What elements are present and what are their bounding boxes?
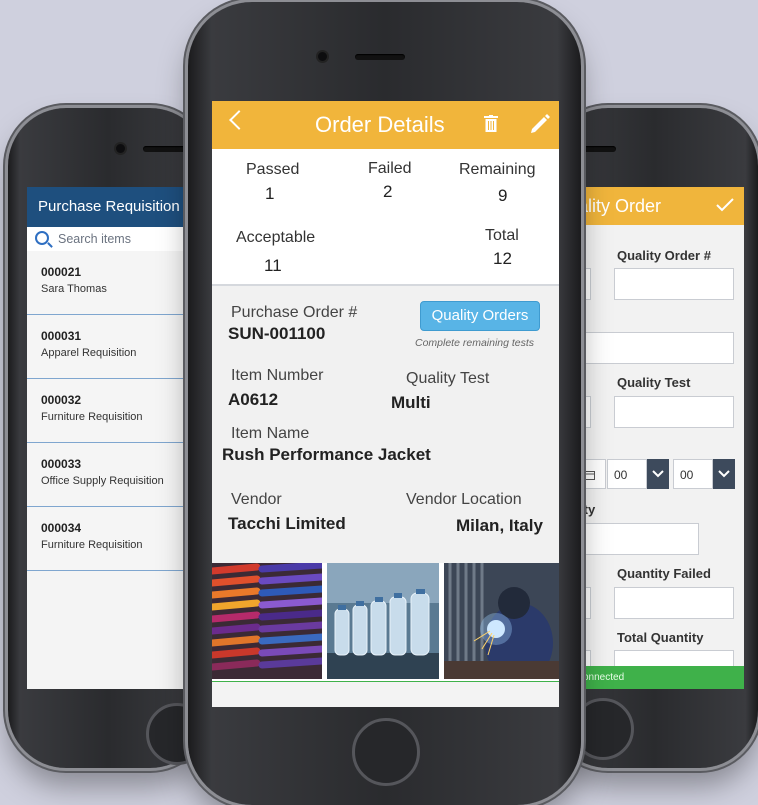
list-item[interactable]: 000032 Furniture Requisition › bbox=[27, 379, 202, 443]
requisition-number: 000031 bbox=[41, 329, 82, 343]
purchase-order-value: SUN-001100 bbox=[228, 324, 326, 343]
list-item[interactable]: 000033 Office Supply Requisition › bbox=[27, 443, 202, 507]
chevron-down-icon bbox=[652, 470, 664, 478]
page-title: ality Order bbox=[578, 196, 662, 216]
quality-order-screen: ality Order Quality Order # Quality Test… bbox=[572, 187, 744, 689]
search-input[interactable]: Search items bbox=[27, 227, 202, 252]
quantity-failed-label: Quantity Failed bbox=[617, 566, 711, 581]
chevron-down-icon[interactable] bbox=[713, 459, 735, 489]
quality-test-field[interactable] bbox=[614, 396, 734, 428]
left-phone: Purchase Requisition Search items 000021… bbox=[8, 108, 208, 768]
center-phone: Order Details Passed 1 Failed 2 Remainin… bbox=[188, 2, 581, 805]
list-item[interactable]: 000021 Sara Thomas bbox=[27, 251, 202, 315]
total-value: 12 bbox=[493, 249, 512, 268]
failed-value: 2 bbox=[383, 182, 393, 201]
bottling-line-photo[interactable] bbox=[327, 563, 439, 679]
earpiece-speaker bbox=[355, 54, 405, 60]
home-button[interactable] bbox=[352, 718, 420, 786]
home-button[interactable] bbox=[572, 698, 634, 760]
minute-select[interactable]: 00 bbox=[673, 459, 713, 489]
acceptable-value: 11 bbox=[264, 256, 282, 275]
quality-test-value: Multi bbox=[391, 393, 431, 412]
order-details-screen: Order Details Passed 1 Failed 2 Remainin… bbox=[212, 101, 559, 707]
quantity-field[interactable] bbox=[572, 523, 699, 555]
list-item[interactable]: 000034 Furniture Requisition › bbox=[27, 507, 202, 571]
passed-label: Passed bbox=[246, 161, 300, 178]
vendor-location-value: Milan, Italy bbox=[456, 516, 543, 535]
requisition-number: 000034 bbox=[41, 521, 82, 535]
failed-label: Failed bbox=[368, 160, 412, 177]
chevron-down-icon[interactable] bbox=[647, 459, 669, 489]
passed-value: 1 bbox=[265, 184, 275, 203]
quality-orders-note: Complete remaining tests bbox=[415, 337, 535, 349]
chevron-down-icon bbox=[718, 470, 730, 478]
header-bar: Order Details bbox=[212, 101, 559, 149]
item-number-label: Item Number bbox=[231, 367, 324, 384]
search-icon bbox=[35, 231, 49, 245]
back-arrow-icon[interactable] bbox=[229, 110, 249, 130]
item-name-label: Item Name bbox=[231, 425, 310, 442]
requisition-name: Apparel Requisition bbox=[41, 347, 137, 359]
total-label: Total bbox=[485, 227, 519, 244]
header-bar: ality Order bbox=[572, 187, 744, 225]
purchase-order-label: Purchase Order # bbox=[231, 304, 358, 321]
quantity-label: ity bbox=[580, 502, 596, 517]
trash-icon[interactable] bbox=[484, 115, 498, 132]
right-phone: ality Order Quality Order # Quality Test… bbox=[550, 108, 758, 768]
requisition-number: 000021 bbox=[41, 265, 82, 279]
total-quantity-label: Total Quantity bbox=[617, 630, 704, 645]
quality-order-field[interactable] bbox=[614, 268, 734, 300]
thread-spools-photo[interactable] bbox=[212, 563, 322, 679]
welder-photo[interactable] bbox=[444, 563, 559, 679]
vendor-label: Vendor bbox=[231, 491, 282, 508]
vendor-value: Tacchi Limited bbox=[228, 514, 346, 533]
earpiece-speaker bbox=[143, 146, 193, 152]
requisition-name: Sara Thomas bbox=[41, 283, 107, 295]
requisition-number: 000032 bbox=[41, 393, 82, 407]
edit-pencil-icon[interactable] bbox=[529, 113, 551, 135]
requisition-name: Office Supply Requisition bbox=[41, 475, 164, 487]
purchase-requisition-screen: Purchase Requisition Search items 000021… bbox=[27, 187, 202, 689]
list-item[interactable]: 000031 Apparel Requisition › bbox=[27, 315, 202, 379]
remaining-label: Remaining bbox=[459, 161, 536, 178]
acceptable-label: Acceptable bbox=[236, 229, 316, 246]
item-number-value: A0612 bbox=[228, 390, 279, 409]
bottom-bar bbox=[212, 681, 559, 707]
earpiece-speaker bbox=[576, 146, 616, 152]
item-name-value: Rush Performance Jacket bbox=[222, 445, 431, 464]
date-picker[interactable] bbox=[578, 459, 606, 489]
quantity-failed-field[interactable] bbox=[614, 587, 734, 619]
page-title: Purchase Requisition bbox=[27, 187, 202, 227]
hour-select[interactable]: 00 bbox=[607, 459, 647, 489]
requisition-number: 000033 bbox=[41, 457, 82, 471]
remaining-value: 9 bbox=[498, 186, 508, 205]
quality-test-label: Quality Test bbox=[617, 375, 691, 390]
photo-strip bbox=[212, 563, 559, 681]
vendor-location-label: Vendor Location bbox=[406, 491, 522, 508]
quality-orders-button[interactable]: Quality Orders bbox=[420, 301, 540, 331]
front-camera bbox=[318, 52, 327, 61]
check-icon[interactable] bbox=[716, 198, 734, 212]
page-title: Order Details bbox=[315, 112, 445, 137]
calendar-icon bbox=[585, 471, 595, 480]
text-field[interactable] bbox=[572, 332, 734, 364]
test-summary-panel: Passed 1 Failed 2 Remaining 9 Acceptable… bbox=[212, 149, 559, 286]
quality-order-label: Quality Order # bbox=[617, 248, 711, 263]
requisition-name: Furniture Requisition bbox=[41, 411, 143, 423]
front-camera bbox=[116, 144, 125, 153]
search-placeholder: Search items bbox=[58, 232, 131, 246]
connection-status: connected bbox=[572, 666, 744, 689]
requisition-name: Furniture Requisition bbox=[41, 539, 143, 551]
quality-test-label: Quality Test bbox=[406, 370, 490, 387]
